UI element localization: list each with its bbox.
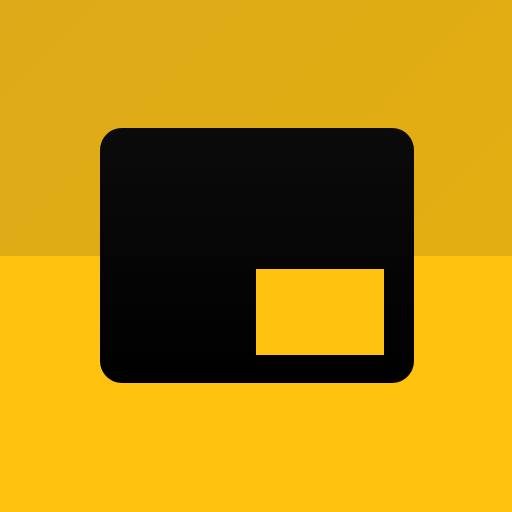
inset-window-icon xyxy=(256,269,384,355)
app-icon-tile xyxy=(0,0,512,512)
picture-in-picture-icon xyxy=(100,128,414,383)
